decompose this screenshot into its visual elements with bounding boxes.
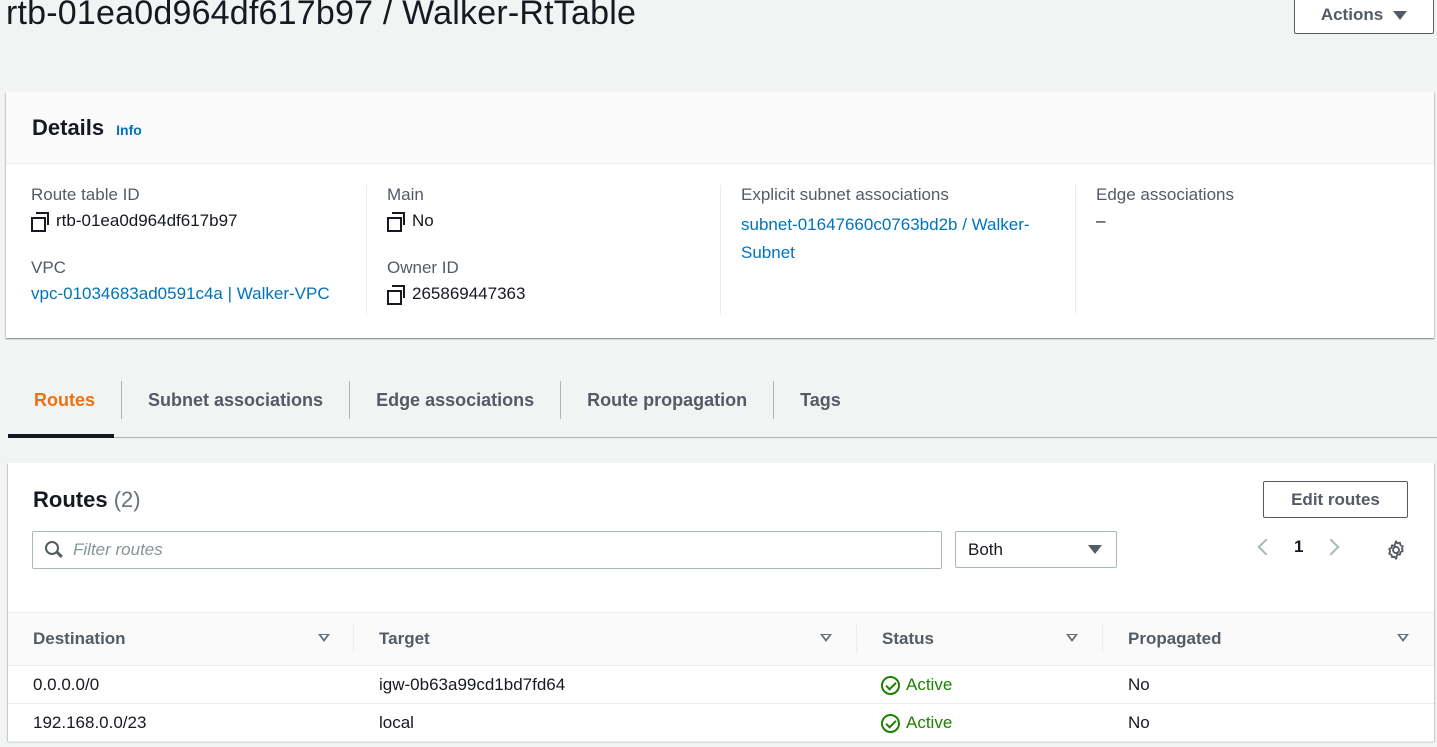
tab-tags[interactable]: Tags	[774, 381, 867, 419]
cell-destination: 0.0.0.0/0	[33, 675, 100, 694]
current-page[interactable]: 1	[1294, 537, 1303, 557]
table-row: 0.0.0.0/0 igw-0b63a99cd1bd7fd64 Active N…	[8, 666, 1434, 704]
col-status[interactable]: Status	[882, 613, 934, 665]
route-table-id: rtb-01ea0d964df617b97	[56, 211, 238, 230]
details-header: Details Info	[6, 92, 1434, 164]
routes-count: (2)	[113, 487, 141, 512]
main-label: Main	[387, 185, 424, 204]
caret-down-icon	[1393, 10, 1408, 20]
col-destination[interactable]: Destination	[33, 613, 126, 665]
explicit-subnet-link[interactable]: subnet-01647660c0763bd2b / Walker- Subne…	[741, 211, 1075, 267]
cell-status: Active	[881, 704, 952, 742]
route-type-select[interactable]: Both	[955, 531, 1117, 568]
cell-target: local	[379, 713, 414, 732]
main: No	[412, 211, 434, 230]
details-col-3: Explicit subnet associations subnet-0164…	[720, 185, 1075, 315]
details-col-4: Edge associations –	[1075, 185, 1430, 315]
details-col-2: Main No Owner ID 265869447363	[366, 185, 721, 315]
owner-id-label: Owner ID	[387, 258, 459, 277]
edit-routes-button[interactable]: Edit routes	[1263, 481, 1408, 518]
tab-routes[interactable]: Routes	[8, 380, 123, 419]
table-row: 192.168.0.0/23 local Active No	[8, 704, 1434, 742]
routes-table-header: Destination Target Status Propagated	[8, 612, 1434, 666]
col-target[interactable]: Target	[379, 613, 430, 665]
explicit-subnet-label: Explicit subnet associations	[741, 185, 949, 204]
edge-assoc-value: –	[1096, 211, 1106, 230]
gear-icon[interactable]	[1385, 539, 1407, 561]
status-text: Active	[906, 675, 953, 694]
check-circle-icon	[881, 713, 900, 733]
caret-down-icon	[1088, 545, 1102, 554]
filter-placeholder: Filter routes	[73, 540, 163, 559]
sort-icon[interactable]	[318, 634, 330, 642]
routes-title-text: Routes	[33, 487, 108, 512]
tab-subnet-associations[interactable]: Subnet associations	[122, 380, 351, 419]
check-circle-icon	[881, 675, 900, 695]
cell-propagated: No	[1128, 675, 1150, 694]
explicit-subnet-line-1: subnet-01647660c0763bd2b / Walker-	[741, 215, 1030, 234]
chevron-right-icon[interactable]	[1322, 538, 1340, 556]
search-icon	[45, 541, 63, 559]
page-title: rtb-01ea0d964df617b97 / Walker-RtTable	[6, 0, 637, 32]
column-divider[interactable]	[856, 625, 857, 653]
sort-icon[interactable]	[820, 634, 832, 642]
route-type-select-value: Both	[968, 539, 1003, 559]
cell-destination: 192.168.0.0/23	[33, 713, 147, 732]
owner-id-value: 265869447363	[387, 284, 721, 305]
sort-icon[interactable]	[1066, 634, 1078, 642]
tab-bar: Routes Subnet associations Edge associat…	[8, 362, 1437, 438]
column-divider[interactable]	[353, 625, 354, 653]
cell-target-link[interactable]: igw-0b63a99cd1bd7fd64	[379, 666, 565, 704]
column-divider[interactable]	[1102, 625, 1103, 653]
main-value: No	[387, 211, 721, 232]
sort-icon[interactable]	[1397, 634, 1409, 642]
vpc-link[interactable]: vpc-01034683ad0591c4a | Walker-VPC	[31, 284, 361, 304]
active-tab-indicator	[8, 434, 114, 438]
info-link[interactable]: Info	[116, 122, 142, 138]
col-propagated[interactable]: Propagated	[1128, 613, 1222, 665]
explicit-subnet-line-2: Subnet	[741, 243, 795, 262]
actions-button[interactable]: Actions	[1294, 0, 1434, 34]
routes-title: Routes (2)	[33, 487, 141, 513]
actions-button-label: Actions	[1320, 5, 1384, 24]
cell-status: Active	[881, 666, 952, 704]
details-title: Details	[32, 114, 105, 140]
route-table-id-value: rtb-01ea0d964df617b97	[31, 211, 361, 232]
details-col-1: Route table ID rtb-01ea0d964df617b97 VPC…	[31, 185, 361, 315]
owner-id: 265869447363	[412, 284, 526, 303]
details-panel: Details Info Route table ID rtb-01ea0d96…	[6, 92, 1434, 338]
copy-icon[interactable]	[31, 212, 49, 232]
pagination: 1	[1254, 537, 1340, 557]
edge-assoc-label: Edge associations	[1096, 185, 1234, 204]
route-table-id-label: Route table ID	[31, 185, 140, 204]
cell-propagated: No	[1128, 713, 1150, 732]
status-text: Active	[906, 713, 953, 732]
vpc-label: VPC	[31, 258, 66, 277]
details-grid: Route table ID rtb-01ea0d964df617b97 VPC…	[6, 165, 1434, 338]
filter-routes-input[interactable]: Filter routes	[32, 531, 942, 569]
routes-panel: Routes (2) Edit routes Filter routes Bot…	[8, 463, 1434, 742]
tab-route-propagation[interactable]: Route propagation	[561, 380, 775, 419]
chevron-left-icon[interactable]	[1257, 538, 1275, 556]
tab-edge-associations[interactable]: Edge associations	[350, 380, 562, 419]
copy-icon[interactable]	[387, 285, 405, 305]
copy-icon[interactable]	[387, 212, 405, 232]
